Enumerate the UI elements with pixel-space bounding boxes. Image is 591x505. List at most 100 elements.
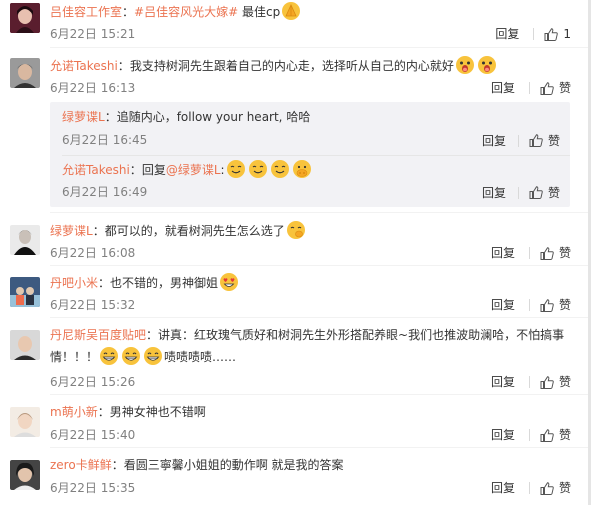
like-button[interactable]: 赞 (540, 245, 571, 261)
comment-username[interactable]: 绿萝谍L (50, 224, 93, 238)
separator: ： (92, 224, 105, 238)
like-button[interactable]: 赞 (529, 184, 560, 201)
comment-body: 男神女神也不错啊 (109, 405, 206, 419)
row-divider (50, 212, 591, 213)
like-button[interactable]: 赞 (540, 80, 571, 96)
comment-item: zero卡鲜鲜：看圆三寧馨小姐姐的動作啊 就是我的答案 6月22日 15:35 … (0, 455, 591, 503)
comment-time: 6月22日 15:40 (50, 428, 136, 442)
separator: ： (146, 328, 159, 342)
emoji-shock-icon (455, 55, 475, 75)
emoji-smile-icon (248, 159, 268, 179)
comment-body: 讲真：红玫瑰气质好和树洞先生外形搭配养眼~我们也推波助澜哈，不怕搞事 (158, 328, 565, 342)
comment-body-continued: 情！！！ (50, 350, 99, 364)
reply-text: 绿萝谍L：追随内心，follow your heart, 哈哈 (62, 107, 310, 127)
reply-time: 6月22日 16:49 (62, 185, 148, 199)
avatar[interactable] (10, 3, 40, 33)
comment-body: 看圆三寧馨小姐姐的動作啊 就是我的答案 (123, 458, 344, 472)
avatar[interactable] (10, 225, 40, 255)
comment-list: 吕佳容工作室：#吕佳容风光大嫁# 最佳cp 6月22日 15:21 回复 1 允… (0, 0, 591, 505)
reply-actions: 回复 赞 (482, 132, 560, 149)
avatar[interactable] (10, 407, 40, 437)
like-thumb-icon (540, 428, 554, 442)
reply-button[interactable]: 回复 (491, 374, 515, 390)
like-label: 赞 (558, 246, 571, 260)
row-divider (50, 317, 591, 318)
hashtag-link[interactable]: #吕佳容风光大嫁# (134, 5, 238, 19)
like-thumb-icon (540, 298, 554, 312)
reply-username[interactable]: 绿萝谍L (62, 110, 105, 124)
reply-button[interactable]: 回复 (495, 26, 519, 42)
reply-body: 追随内心，follow your heart, 哈哈 (116, 110, 311, 124)
comment-body: 都可以的，就看树洞先生怎么选了 (104, 224, 285, 238)
comment-item: 丹尼斯吴百度贴吧：讲真：红玫瑰气质好和树洞先生外形搭配养眼~我们也推波助澜哈，不… (0, 325, 591, 395)
like-count: 1 (563, 27, 571, 41)
emoji-heart-eyes-icon (219, 272, 239, 292)
reply-button[interactable]: 回复 (491, 80, 515, 96)
emoji-grin-icon (99, 346, 119, 366)
comment-text: zero卡鲜鲜：看圆三寧馨小姐姐的動作啊 就是我的答案 (50, 455, 581, 475)
mention-link[interactable]: @绿萝谍L (166, 163, 221, 177)
divider (528, 429, 530, 441)
reply-button[interactable]: 回复 (482, 132, 506, 149)
divider (528, 376, 530, 388)
like-button[interactable]: 1 (544, 26, 571, 42)
avatar[interactable] (10, 58, 40, 88)
comment-actions: 回复 赞 (491, 245, 571, 261)
row-divider (50, 447, 591, 448)
separator: ： (111, 458, 124, 472)
like-button[interactable]: 赞 (540, 297, 571, 313)
divider (517, 134, 519, 147)
reply-button[interactable]: 回复 (491, 427, 515, 443)
comment-username[interactable]: 丹吧小米 (50, 276, 98, 290)
like-thumb-icon (529, 186, 543, 199)
comment-username[interactable]: zero卡鲜鲜 (50, 458, 112, 472)
comment-time: 6月22日 15:26 (50, 375, 136, 389)
row-divider (62, 155, 570, 156)
like-button[interactable]: 赞 (540, 480, 571, 496)
separator: ： (104, 110, 117, 124)
reply-button[interactable]: 回复 (491, 480, 515, 496)
comment-item: 吕佳容工作室：#吕佳容风光大嫁# 最佳cp 6月22日 15:21 回复 1 (0, 0, 591, 48)
like-label: 赞 (558, 375, 571, 389)
comment-actions: 回复 赞 (491, 297, 571, 313)
like-label: 赞 (558, 481, 571, 495)
like-thumb-icon (540, 81, 554, 95)
emoji-shy-icon (286, 220, 306, 240)
separator: ： (117, 59, 130, 73)
reply-button[interactable]: 回复 (491, 297, 515, 313)
comment-actions: 回复 赞 (491, 374, 571, 390)
like-button[interactable]: 赞 (529, 132, 560, 149)
avatar[interactable] (10, 277, 40, 307)
comment-text: 丹尼斯吴百度贴吧：讲真：红玫瑰气质好和树洞先生外形搭配养眼~我们也推波助澜哈，不… (50, 325, 581, 368)
emoji-smile-icon (270, 159, 290, 179)
like-button[interactable]: 赞 (540, 374, 571, 390)
comment-text: m萌小新：男神女神也不错啊 (50, 402, 581, 422)
comment-text: 允诺Takeshi：我支持树洞先生跟着自己的内心走，选择听从自己的内心就好 (50, 55, 581, 76)
separator: ： (122, 5, 135, 19)
like-button[interactable]: 赞 (540, 427, 571, 443)
comment-username[interactable]: 丹尼斯吴百度贴吧 (50, 328, 146, 342)
comment-body: 最佳cp (238, 5, 281, 19)
comment-text: 绿萝谍L：都可以的，就看树洞先生怎么选了 (50, 220, 581, 241)
emoji-smile-icon (226, 159, 246, 179)
reply-time: 6月22日 16:45 (62, 133, 148, 147)
comment-item: 允诺Takeshi：我支持树洞先生跟着自己的内心走，选择听从自己的内心就好 6月… (0, 55, 591, 215)
like-thumb-icon (529, 134, 543, 147)
comment-item: 绿萝谍L：都可以的，就看树洞先生怎么选了 6月22日 16:08 回复 赞 (0, 220, 591, 266)
comment-time: 6月22日 16:13 (50, 81, 136, 95)
comment-username[interactable]: m萌小新 (50, 405, 98, 419)
separator: ： (98, 276, 111, 290)
comment-username[interactable]: 允诺Takeshi (50, 59, 118, 73)
avatar[interactable] (10, 330, 40, 360)
row-divider (50, 265, 591, 266)
reply-button[interactable]: 回复 (491, 245, 515, 261)
reply-button[interactable]: 回复 (482, 184, 506, 201)
like-label: 赞 (558, 81, 571, 95)
comment-username[interactable]: 吕佳容工作室 (50, 5, 122, 19)
comment-actions: 回复 1 (495, 26, 571, 42)
separator: ： (97, 405, 110, 419)
divider (533, 28, 535, 40)
row-divider (50, 394, 591, 395)
reply-username[interactable]: 允诺Takeshi (62, 163, 130, 177)
avatar[interactable] (10, 460, 40, 490)
